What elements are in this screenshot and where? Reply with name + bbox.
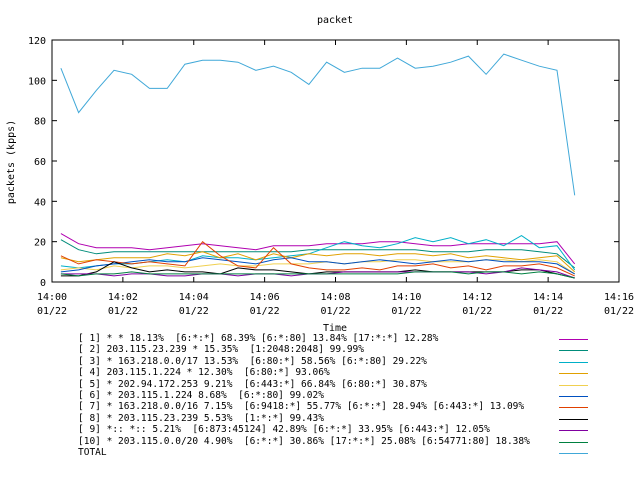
legend-swatch xyxy=(559,452,588,454)
legend-item: [ 8] * 203.115.23.239 5.53% [1:*:*] 99.4… xyxy=(78,413,618,424)
legend-label: [ 8] * 203.115.23.239 5.53% [1:*:*] 99.4… xyxy=(78,412,324,424)
legend-swatch xyxy=(559,407,588,409)
x-axis-ticks: 14:00 01/22 14:02 01/22 14:04 01/22 14:06 01/22… xyxy=(37,40,634,317)
x-tick-time: 14:10 xyxy=(391,292,421,303)
legend-label: [ 2] 203.115.23.239 * 15.35% [1:2048:204… xyxy=(78,344,364,356)
legend-item: [ 9] *:: *:: 5.21% [6:873:45124] 42.89% … xyxy=(78,424,618,435)
y-tick-label: 40 xyxy=(34,197,46,208)
y-tick-label: 80 xyxy=(34,117,46,128)
y-tick-label: 60 xyxy=(34,157,46,168)
legend-item: [ 7] * 163.218.0.0/16 7.15% [6:9418:*] 5… xyxy=(78,401,618,412)
series-lines xyxy=(60,53,576,279)
plot-frame xyxy=(51,39,620,283)
legend-item: [10] * 203.115.0.0/20 4.90% [6:*:*] 30.8… xyxy=(78,436,618,447)
series-line-11 xyxy=(60,53,576,196)
x-tick-date: 01/22 xyxy=(108,306,138,317)
legend-swatch xyxy=(559,395,588,397)
legend-label: [ 7] * 163.218.0.0/16 7.15% [6:9418:*] 5… xyxy=(78,401,525,413)
legend-label: [ 5] * 202.94.172.253 9.21% [6:443:*] 66… xyxy=(78,378,427,390)
x-tick-date: 01/22 xyxy=(37,306,67,317)
legend-swatch xyxy=(559,339,588,340)
legend-item: [ 1] * * 18.13% [6:*:*] 68.39% [6:*:80] … xyxy=(78,333,618,344)
series-line-8 xyxy=(60,261,575,279)
legend-label: [ 4] 203.115.1.224 * 12.30% [6:80:*] 93.… xyxy=(78,367,330,379)
legend-label: TOTAL xyxy=(78,446,107,458)
legend-swatch xyxy=(559,418,588,420)
x-tick-time: 14:14 xyxy=(533,292,563,303)
legend-swatch xyxy=(559,373,588,375)
y-tick-label: 0 xyxy=(40,278,46,289)
legend-label: [10] * 203.115.0.0/20 4.90% [6:*:*] 30.8… xyxy=(78,435,530,447)
legend-label: [ 6] * 203.115.1.224 8.68% [6:*:80] 99.0… xyxy=(78,389,324,401)
y-tick-label: 20 xyxy=(34,238,46,249)
legend-item: [ 5] * 202.94.172.253 9.21% [6:443:*] 66… xyxy=(78,379,618,390)
x-tick-time: 14:16 xyxy=(604,292,634,303)
legend-item: [ 2] 203.115.23.239 * 15.35% [1:2048:204… xyxy=(78,344,618,355)
y-tick-label: 100 xyxy=(28,76,46,87)
legend-label: [ 1] * * 18.13% [6:*:*] 68.39% [6:*:80] … xyxy=(78,333,439,344)
legend-swatch xyxy=(559,384,588,386)
x-tick-date: 01/22 xyxy=(462,306,492,317)
legend-swatch xyxy=(559,441,588,443)
legend-item: TOTAL xyxy=(78,447,618,458)
x-tick-time: 14:08 xyxy=(320,292,350,303)
x-tick-date: 01/22 xyxy=(604,306,634,317)
chart-title: packet xyxy=(317,15,353,26)
x-tick-time: 14:06 xyxy=(250,292,280,303)
legend-item: [ 3] * 163.218.0.0/17 13.53% [6:80:*] 58… xyxy=(78,356,618,367)
x-tick-time: 14:12 xyxy=(462,292,492,303)
x-tick-date: 01/22 xyxy=(250,306,280,317)
x-tick-date: 01/22 xyxy=(320,306,350,317)
series-line-3 xyxy=(60,235,576,271)
legend-swatch xyxy=(559,361,588,363)
legend-item: [ 6] * 203.115.1.224 8.68% [6:*:80] 99.0… xyxy=(78,390,618,401)
legend: [ 1] * * 18.13% [6:*:*] 68.39% [6:*:80] … xyxy=(78,333,618,458)
y-axis-label: packets (kpps) xyxy=(6,120,17,204)
x-tick-time: 14:02 xyxy=(108,292,138,303)
legend-swatch xyxy=(559,350,588,352)
x-tick-time: 14:00 xyxy=(37,292,67,303)
x-tick-date: 01/22 xyxy=(533,306,563,317)
series-line-7 xyxy=(60,240,575,277)
legend-swatch xyxy=(559,430,588,432)
legend-label: [ 3] * 163.218.0.0/17 13.53% [6:80:*] 58… xyxy=(78,355,427,367)
legend-label: [ 9] *:: *:: 5.21% [6:873:45124] 42.89% … xyxy=(78,424,490,436)
legend-item: [ 4] 203.115.1.224 * 12.30% [6:80:*] 93.… xyxy=(78,367,618,378)
y-tick-label: 120 xyxy=(28,36,46,47)
x-tick-time: 14:04 xyxy=(179,292,209,303)
x-tick-date: 01/22 xyxy=(391,306,421,317)
x-tick-date: 01/22 xyxy=(179,306,209,317)
